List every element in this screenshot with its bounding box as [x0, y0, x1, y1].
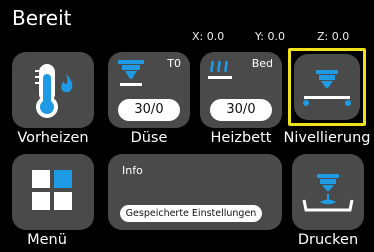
- bed-tag: Bed: [251, 57, 273, 70]
- nozzle-button[interactable]: T0 30/0: [108, 52, 190, 128]
- heatbed-label: Heizbett: [210, 130, 272, 146]
- preheat-label: Vorheizen: [17, 130, 89, 146]
- nozzle-label: Düse: [130, 130, 168, 146]
- print-icon: [302, 174, 354, 212]
- preheat-button[interactable]: [12, 52, 94, 128]
- bed-temperature: 30/0: [210, 99, 272, 121]
- saved-settings-button[interactable]: Gespeicherte Einstellungen: [120, 205, 262, 222]
- status-title: Bereit: [12, 6, 72, 30]
- nozzle-temperature: 30/0: [118, 99, 180, 121]
- x-coordinate: X: 0.0: [192, 30, 225, 43]
- menu-button[interactable]: [12, 154, 94, 230]
- thermometer-flame-icon: [35, 64, 73, 118]
- menu-label: Menü: [27, 232, 67, 248]
- leveling-button[interactable]: [294, 54, 360, 120]
- y-coordinate: Y: 0.0: [255, 30, 285, 43]
- info-panel: Info Gespeicherte Einstellungen: [108, 154, 282, 230]
- z-coordinate: Z: 0.0: [317, 30, 350, 43]
- print-button[interactable]: [292, 154, 364, 230]
- nozzle-tool-tag: T0: [167, 57, 181, 70]
- leveling-label: Nivellierung: [283, 130, 371, 146]
- grid-menu-icon: [32, 170, 72, 210]
- info-title: Info: [122, 164, 143, 177]
- print-label: Drucken: [297, 232, 359, 248]
- leveling-icon: [303, 70, 351, 106]
- heatbed-button[interactable]: Bed 30/0: [200, 52, 282, 128]
